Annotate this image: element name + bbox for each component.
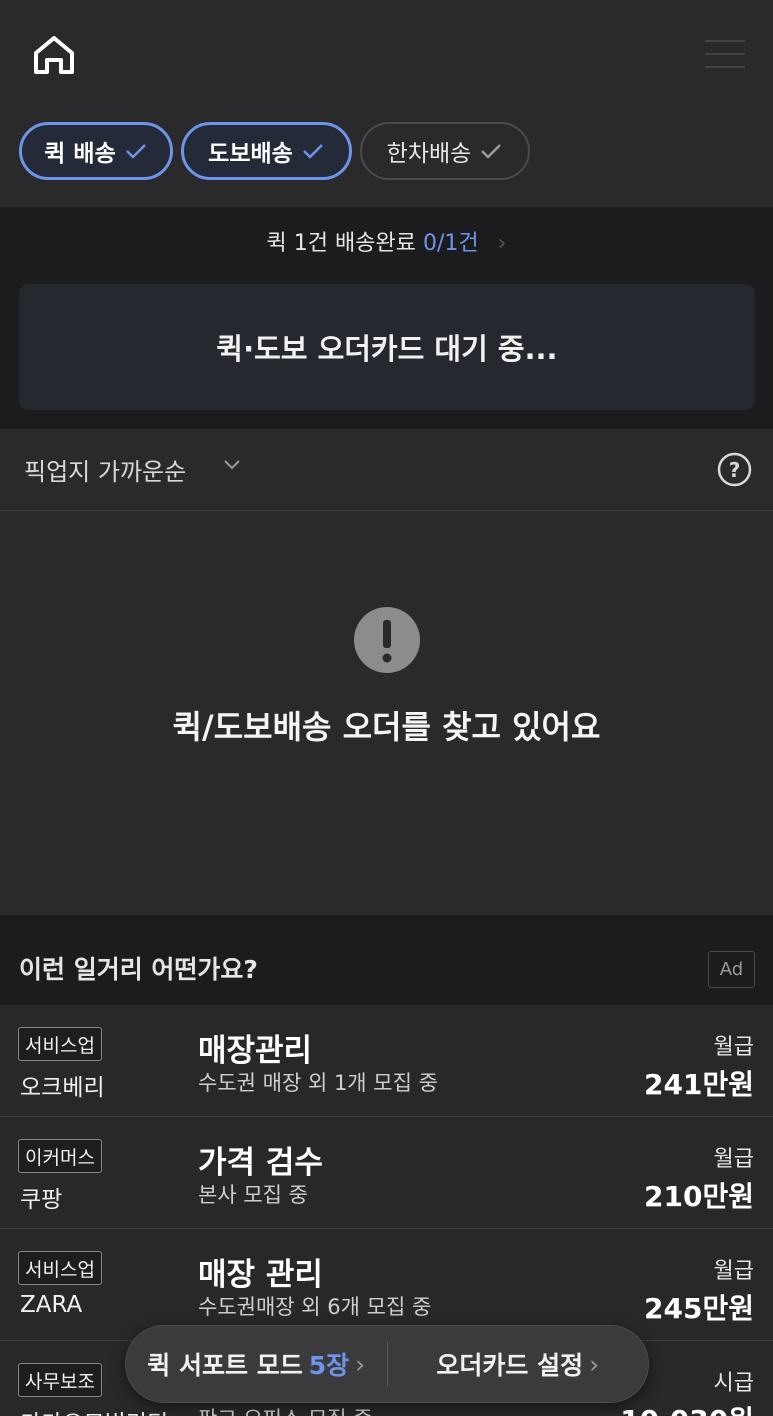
status-text: 퀵 1건 배송완료 bbox=[266, 231, 416, 256]
check-icon bbox=[302, 144, 323, 159]
filter-chip-quick[interactable]: 퀵 배송 bbox=[19, 122, 173, 180]
job-description: 수도권매장 외 6개 모집 중 bbox=[198, 1295, 432, 1319]
job-company: 쿠팡 bbox=[20, 1187, 63, 1213]
job-pay-type: 시급 bbox=[713, 1371, 754, 1396]
empty-state-message: 퀵/도보배송 오더를 찾고 있어요 bbox=[172, 708, 601, 746]
chevron-right-icon: › bbox=[497, 231, 507, 256]
filter-chip-label: 도보배송 bbox=[208, 141, 293, 167]
job-category-tag: 사무보조 bbox=[18, 1363, 102, 1397]
job-pay-type: 월급 bbox=[713, 1147, 754, 1172]
job-pay: 241만원 bbox=[644, 1068, 754, 1101]
settings-label: 오더카드 설정 bbox=[436, 1351, 584, 1380]
quick-support-mode-button[interactable]: 퀵 서포트 모드 5장 › bbox=[126, 1326, 387, 1402]
alert-icon bbox=[354, 607, 420, 673]
floating-action-bar: 퀵 서포트 모드 5장 › 오더카드 설정 › bbox=[125, 1325, 649, 1403]
job-description: 판교 오피스 모집 중 bbox=[198, 1403, 373, 1416]
job-company: ZARA bbox=[20, 1292, 83, 1318]
sort-dropdown[interactable]: 픽업지 가까운순 bbox=[24, 452, 186, 487]
support-card-count: 5장 bbox=[308, 1351, 350, 1380]
job-pay-type: 월급 bbox=[713, 1259, 754, 1284]
job-company: 오크베리 bbox=[20, 1075, 105, 1101]
job-list-item[interactable]: 서비스업 오크베리 매장관리 수도권 매장 외 1개 모집 중 월급 241만원 bbox=[0, 1005, 773, 1117]
svg-text:?: ? bbox=[729, 458, 741, 482]
job-company: 카카오모빌리티 bbox=[20, 1404, 168, 1416]
chevron-down-icon[interactable] bbox=[222, 458, 242, 472]
filter-chip-truck[interactable]: 한차배송 bbox=[360, 122, 530, 180]
check-icon bbox=[481, 144, 502, 159]
order-card-settings-button[interactable]: 오더카드 설정 › bbox=[388, 1326, 649, 1402]
job-pay-type: 월급 bbox=[713, 1035, 754, 1060]
order-card-waiting: 퀵·도보 오더카드 대기 중... bbox=[19, 284, 755, 410]
ad-badge: Ad bbox=[708, 951, 755, 988]
filter-chip-walk[interactable]: 도보배송 bbox=[181, 122, 352, 180]
job-role: 가격 검수 bbox=[198, 1145, 323, 1181]
chevron-right-icon: › bbox=[355, 1349, 366, 1379]
job-category-tag: 이커머스 bbox=[18, 1139, 102, 1173]
filter-chip-label: 한차배송 bbox=[386, 141, 472, 167]
check-icon bbox=[125, 144, 146, 159]
job-description: 본사 모집 중 bbox=[198, 1183, 308, 1207]
job-pay: 210만원 bbox=[644, 1180, 754, 1213]
status-count: 0/1건 bbox=[422, 231, 479, 256]
hamburger-menu-icon[interactable] bbox=[705, 40, 745, 68]
help-icon[interactable]: ? bbox=[717, 452, 752, 487]
job-category-tag: 서비스업 bbox=[18, 1027, 102, 1061]
delivery-status-line[interactable]: 퀵 1건 배송완료 0/1건 › bbox=[0, 225, 773, 257]
job-role: 매장관리 bbox=[198, 1033, 313, 1069]
job-list-item[interactable]: 이커머스 쿠팡 가격 검수 본사 모집 중 월급 210만원 bbox=[0, 1117, 773, 1229]
job-category-tag: 서비스업 bbox=[18, 1251, 102, 1285]
job-description: 수도권 매장 외 1개 모집 중 bbox=[198, 1071, 438, 1095]
support-mode-label: 퀵 서포트 모드 bbox=[147, 1351, 303, 1380]
filter-chip-label: 퀵 배송 bbox=[44, 141, 116, 167]
job-pay: 245만원 bbox=[644, 1292, 754, 1325]
job-role: 매장 관리 bbox=[198, 1257, 323, 1293]
home-icon[interactable] bbox=[30, 33, 78, 77]
chevron-right-icon: › bbox=[589, 1349, 600, 1379]
ad-section-title: 이런 일거리 어떤가요? bbox=[19, 955, 258, 984]
